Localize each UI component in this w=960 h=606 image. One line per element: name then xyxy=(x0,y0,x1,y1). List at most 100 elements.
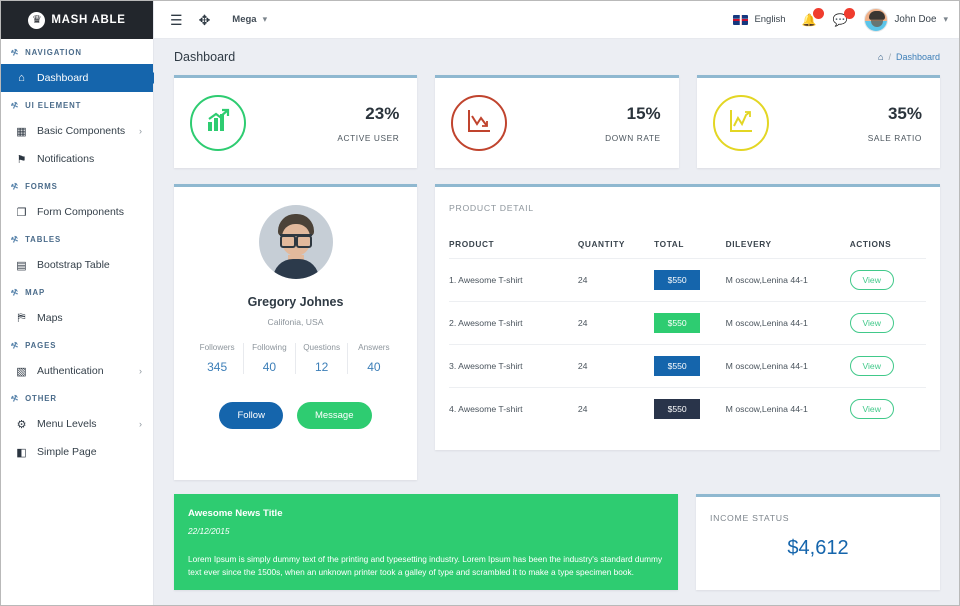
sidebar-item-simple-page[interactable]: ◧ Simple Page xyxy=(1,438,153,466)
profile-stat-value: 40 xyxy=(262,360,277,375)
view-button[interactable]: View xyxy=(849,313,894,333)
section-label: NAVIGATION xyxy=(25,48,82,57)
bell-icon[interactable]: 🔔 xyxy=(802,7,824,27)
sidebar-item-notifications[interactable]: ⚑ Notifications xyxy=(1,145,153,173)
middle-row: Gregory Johnes Califonia, USA Followers 3… xyxy=(174,184,940,480)
profile-card: Gregory Johnes Califonia, USA Followers 3… xyxy=(174,184,417,480)
language-selector[interactable]: English xyxy=(733,14,786,25)
app-window: ♛ MASH ABLE ⚒ NAVIGATION ⌂ Dashboard ⚒ UI ELE… xyxy=(0,0,960,606)
actions-cell: View xyxy=(849,387,926,430)
dilevery-cell: M oscow,Lenina 44-1 xyxy=(725,344,850,388)
product-detail-title: PRODUCT DETAIL xyxy=(449,203,534,213)
language-label: English xyxy=(754,14,786,25)
profile-stat-value: 345 xyxy=(207,360,228,375)
profile-actions: Follow Message xyxy=(219,402,372,430)
view-button[interactable]: View xyxy=(849,356,894,376)
total-cell: $550 xyxy=(654,258,726,302)
income-status-label: INCOME STATUS xyxy=(710,513,790,523)
chevron-down-icon: ▾ xyxy=(943,14,948,24)
bell-alert-icon: ⚑ xyxy=(16,153,27,166)
sidebar-item-dashboard[interactable]: ⌂ Dashboard xyxy=(1,64,153,92)
news-date: 22/12/2015 xyxy=(188,526,230,536)
actions-cell: View xyxy=(849,258,926,302)
sidebar-item-form-components[interactable]: ❐ Form Components xyxy=(1,198,153,226)
product-name-cell: 3. Awesome T-shirt xyxy=(449,344,578,388)
profile-stat: Followers 345 xyxy=(192,343,244,375)
profile-stat: Questions 12 xyxy=(296,343,349,375)
hamburger-icon[interactable]: ☰ xyxy=(170,13,183,27)
stat-label: SALE RATIO xyxy=(867,132,922,143)
sidebar-section-title: ⚒ TABLES xyxy=(1,226,153,251)
sidebar-item-maps[interactable]: ⛿ Maps xyxy=(1,304,153,332)
user-menu[interactable]: John Doe ▾ xyxy=(863,7,948,32)
page-header: Dashboard ⌂ / Dashboard xyxy=(174,39,940,75)
chevron-down-icon: ▾ xyxy=(262,14,268,24)
stat-label: ACTIVE USER xyxy=(337,132,400,143)
product-name-cell: 4. Awesome T-shirt xyxy=(449,387,578,430)
section-label: OTHER xyxy=(25,394,57,403)
home-icon: ⌂ xyxy=(18,72,25,84)
product-table: PRODUCT QUANTITY TOTAL DILEVERY ACTIONS 1. A… xyxy=(449,239,926,430)
sidebar-section-title: ⚒ PAGES xyxy=(1,332,153,357)
quantity-cell: 24 xyxy=(577,344,655,388)
home-icon[interactable]: ⌂ xyxy=(878,52,883,62)
dilevery-cell: M oscow,Lenina 44-1 xyxy=(725,301,850,345)
table-column-header: TOTAL xyxy=(654,239,685,249)
breadcrumb: ⌂ / Dashboard xyxy=(878,52,940,62)
follow-button[interactable]: Follow xyxy=(219,402,283,430)
news-title: Awesome News Title xyxy=(188,508,283,519)
sidebar-section-title: ⚒ NAVIGATION xyxy=(1,39,153,64)
breadcrumb-current[interactable]: Dashboard xyxy=(896,52,940,62)
chevron-right-icon: › xyxy=(139,366,142,376)
profile-stat-label: Followers xyxy=(199,343,235,352)
stat-value: 35% xyxy=(887,103,922,123)
view-button[interactable]: View xyxy=(849,270,894,290)
income-status-card: INCOME STATUS $4,612 xyxy=(696,494,940,590)
notification-badge xyxy=(812,7,824,19)
dilevery-cell: M oscow,Lenina 44-1 xyxy=(725,387,850,430)
sidebar-item-bootstrap-table[interactable]: ▤ Bootstrap Table xyxy=(1,251,153,279)
uk-flag-icon xyxy=(733,14,749,25)
quantity-cell: 24 xyxy=(577,387,655,430)
top-header: ☰ ✥ Mega ▾ English 🔔 💬 John Doe ▾ xyxy=(154,1,959,39)
id-card-icon: ▧ xyxy=(16,365,27,378)
section-pin-icon: ⚒ xyxy=(9,233,21,246)
sitemap-icon: ⚙ xyxy=(16,418,27,431)
sidebar-section-title: ⚒ UI ELEMENT xyxy=(1,92,153,117)
page-icon: ◧ xyxy=(16,446,27,459)
sidebar-item-authentication[interactable]: ▧ Authentication › xyxy=(1,357,153,385)
brand-logo-block[interactable]: ♛ MASH ABLE xyxy=(1,1,153,39)
section-pin-icon: ⚒ xyxy=(9,392,21,405)
expand-arrows-icon[interactable]: ✥ xyxy=(199,13,211,27)
sidebar-item-menu-levels[interactable]: ⚙ Menu Levels › xyxy=(1,410,153,438)
grid-icon: ▦ xyxy=(16,125,27,138)
sidebar: ♛ MASH ABLE ⚒ NAVIGATION ⌂ Dashboard ⚒ UI ELE… xyxy=(1,1,154,605)
sidebar-item-label: Form Components xyxy=(37,206,124,218)
total-badge: $550 xyxy=(654,399,701,419)
mega-menu-button[interactable]: Mega ▾ xyxy=(232,14,267,25)
product-name-cell: 2. Awesome T-shirt xyxy=(449,301,578,345)
profile-stats: Followers 345 Following 40 Questions 12 Answer… xyxy=(192,343,400,375)
total-cell: $550 xyxy=(654,344,726,388)
section-label: MAP xyxy=(25,288,46,297)
message-button[interactable]: Message xyxy=(296,402,372,430)
sidebar-section-title: ⚒ OTHER xyxy=(1,385,153,410)
castle-logo-icon: ♛ xyxy=(28,11,46,29)
stat-text-group: 23% ACTIVE USER xyxy=(337,104,399,143)
table-column-header: QUANTITY xyxy=(577,239,626,249)
table-row: 1. Awesome T-shirt 24 $550 M oscow,Lenina 4… xyxy=(449,258,926,302)
sidebar-item-label: Bootstrap Table xyxy=(37,259,110,271)
table-header-row: PRODUCT QUANTITY TOTAL DILEVERY ACTIONS xyxy=(449,239,926,259)
sidebar-item-label: Authentication xyxy=(37,365,104,377)
stat-value: 15% xyxy=(626,103,661,123)
profile-stat: Answers 40 xyxy=(348,343,399,374)
comment-icon[interactable]: 💬 xyxy=(833,7,855,27)
sidebar-item-basic-components[interactable]: ▦ Basic Components › xyxy=(1,117,153,145)
profile-stat-label: Following xyxy=(252,343,287,352)
bottom-row: Awesome News Title 22/12/2015 Lorem Ipsu… xyxy=(174,494,940,590)
news-body: Lorem Ipsum is simply dummy text of the … xyxy=(188,554,663,577)
quantity-cell: 24 xyxy=(577,258,655,302)
message-badge xyxy=(843,7,855,19)
view-button[interactable]: View xyxy=(849,399,894,419)
profile-location: Califonia, USA xyxy=(267,317,324,327)
